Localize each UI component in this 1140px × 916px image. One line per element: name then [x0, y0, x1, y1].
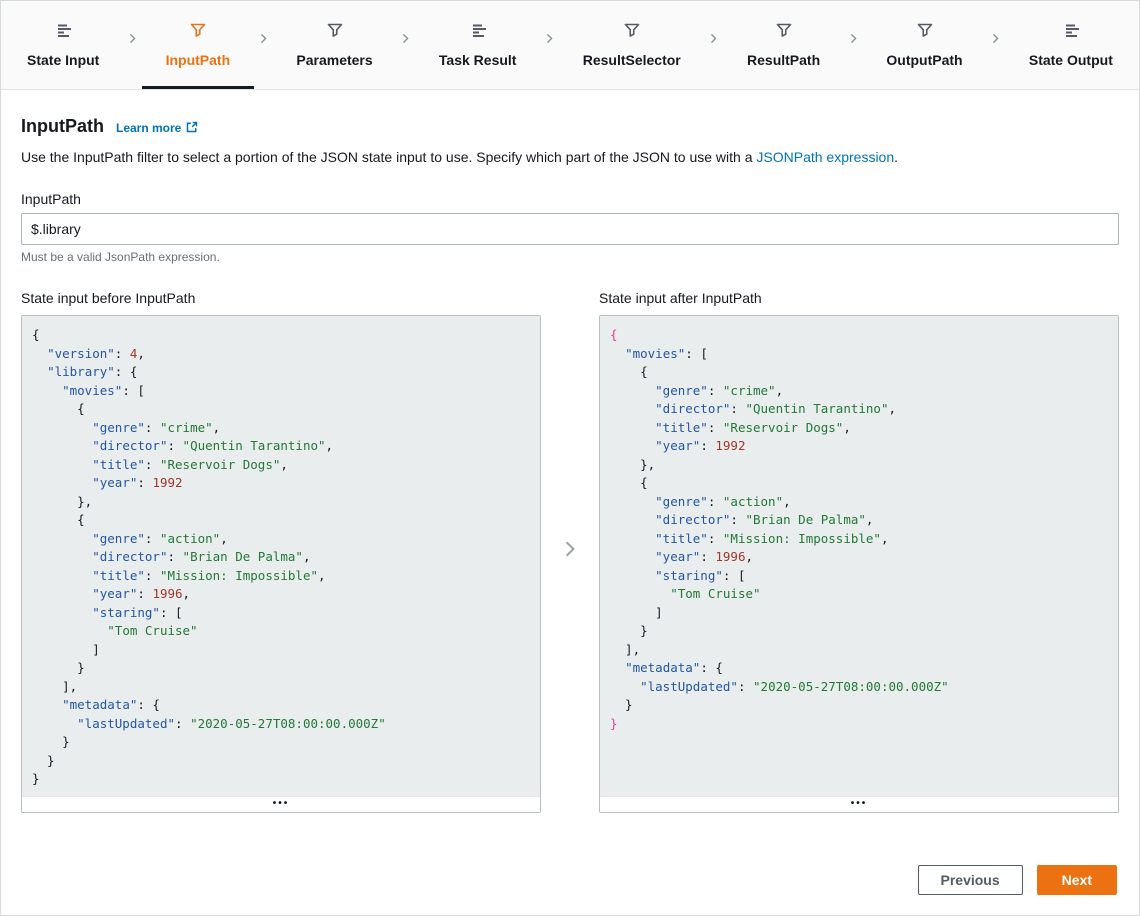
before-panel-expander[interactable]: ••• — [22, 796, 540, 812]
step-label: ResultPath — [747, 52, 820, 68]
step-inputpath[interactable]: InputPath — [156, 1, 241, 89]
chevron-right-icon — [544, 33, 555, 44]
section-description: Use the InputPath filter to select a por… — [21, 147, 1119, 167]
ellipsis-icon: ••• — [851, 799, 868, 809]
ellipsis-icon: ••• — [273, 799, 290, 809]
filter-icon — [776, 23, 792, 44]
step-label: ResultSelector — [583, 52, 681, 68]
dataflow-simulator-page: State Input InputPath Parameters Task Re… — [0, 0, 1140, 916]
next-button[interactable]: Next — [1037, 865, 1117, 895]
before-panel-title: State input before InputPath — [21, 290, 541, 306]
learn-more-label: Learn more — [116, 121, 181, 135]
chevron-right-icon — [258, 33, 269, 44]
filter-icon — [917, 23, 933, 44]
panels-arrow — [541, 290, 599, 813]
step-outputpath[interactable]: OutputPath — [876, 1, 972, 89]
step-label: State Output — [1029, 52, 1113, 68]
external-link-icon — [186, 121, 198, 136]
chevron-right-icon — [561, 540, 579, 563]
jsonpath-expression-link[interactable]: JSONPath expression — [756, 149, 894, 165]
before-panel: { "version": 4, "library": { "movies": [… — [21, 315, 541, 813]
step-task-result[interactable]: Task Result — [429, 1, 527, 89]
after-panel-title: State input after InputPath — [599, 290, 1119, 306]
list-icon — [1063, 23, 1079, 44]
step-resultpath[interactable]: ResultPath — [737, 1, 830, 89]
before-json-viewer: { "version": 4, "library": { "movies": [… — [22, 316, 540, 796]
inputpath-field-label: InputPath — [21, 191, 1119, 207]
after-panel-column: State input after InputPath { "movies": … — [599, 290, 1119, 813]
filter-icon — [190, 23, 206, 44]
section-header: InputPath Learn more — [21, 116, 1119, 137]
description-text: Use the InputPath filter to select a por… — [21, 149, 756, 165]
chevron-right-icon — [708, 33, 719, 44]
after-panel-expander[interactable]: ••• — [600, 796, 1118, 812]
previous-button[interactable]: Previous — [918, 865, 1023, 895]
description-text-end: . — [894, 149, 898, 165]
filter-icon — [327, 23, 343, 44]
inputpath-input[interactable] — [21, 213, 1119, 245]
step-state-output[interactable]: State Output — [1019, 1, 1123, 89]
main-content: InputPath Learn more Use the InputPath f… — [1, 90, 1139, 895]
step-resultselector[interactable]: ResultSelector — [573, 1, 691, 89]
json-panels: State input before InputPath { "version"… — [21, 290, 1119, 813]
inputpath-helper-text: Must be a valid JsonPath expression. — [21, 250, 1119, 264]
page-title: InputPath — [21, 116, 104, 137]
list-icon — [470, 23, 486, 44]
chevron-right-icon — [848, 33, 859, 44]
step-label: Task Result — [439, 52, 517, 68]
stepper: State Input InputPath Parameters Task Re… — [1, 1, 1139, 90]
chevron-right-icon — [400, 33, 411, 44]
after-json-viewer: { "movies": [ { "genre": "crime", "direc… — [600, 316, 1118, 796]
list-icon — [55, 23, 71, 44]
step-label: OutputPath — [886, 52, 962, 68]
chevron-right-icon — [990, 33, 1001, 44]
after-panel: { "movies": [ { "genre": "crime", "direc… — [599, 315, 1119, 813]
step-state-input[interactable]: State Input — [17, 1, 109, 89]
step-label: Parameters — [296, 52, 372, 68]
step-label: InputPath — [166, 52, 231, 68]
before-panel-column: State input before InputPath { "version"… — [21, 290, 541, 813]
chevron-right-icon — [127, 33, 138, 44]
step-parameters[interactable]: Parameters — [286, 1, 382, 89]
wizard-actions: Previous Next — [21, 865, 1119, 895]
filter-icon — [624, 23, 640, 44]
learn-more-link[interactable]: Learn more — [116, 121, 198, 136]
step-label: State Input — [27, 52, 99, 68]
